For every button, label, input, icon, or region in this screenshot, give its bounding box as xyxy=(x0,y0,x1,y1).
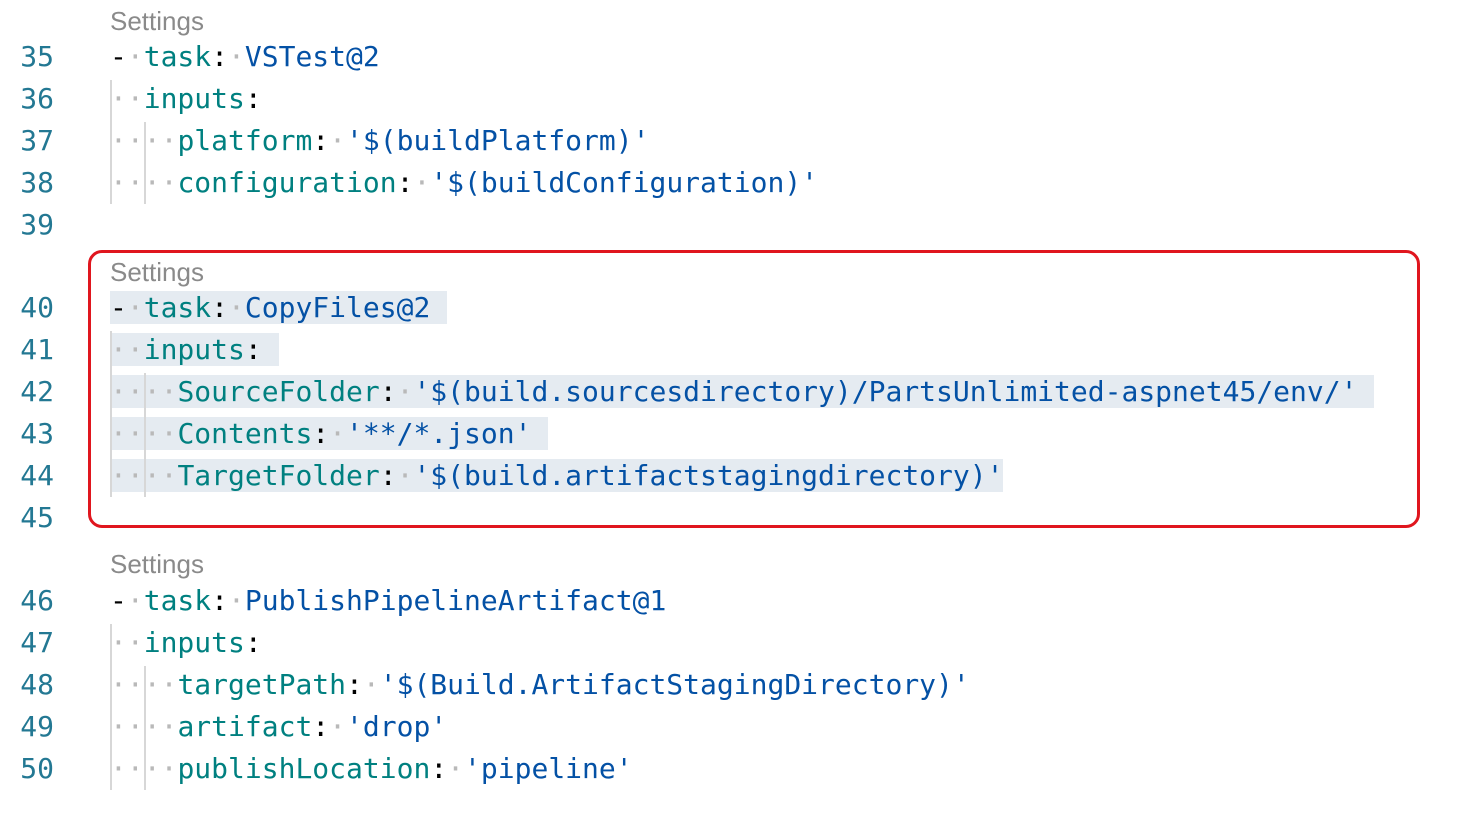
code-line[interactable]: 46 -·task:·PublishPipelineArtifact@1 xyxy=(0,580,1468,622)
code-line[interactable]: 47 ··inputs: xyxy=(0,622,1468,664)
line-number: 40 xyxy=(20,291,54,324)
indent-guide xyxy=(110,80,112,204)
line-number: 50 xyxy=(20,752,54,785)
line-number: 49 xyxy=(20,710,54,743)
code-line[interactable]: 39 xyxy=(0,204,1468,246)
code-line[interactable]: 35 -·task:·VSTest@2 xyxy=(0,36,1468,78)
line-number: 44 xyxy=(20,459,54,492)
code-text[interactable]: -·task:·PublishPipelineArtifact@1 xyxy=(110,580,666,622)
code-text[interactable]: ··inputs: xyxy=(110,622,262,664)
code-text[interactable]: ····artifact:·'drop' xyxy=(110,706,447,748)
code-line[interactable]: 48 ····targetPath:·'$(Build.ArtifactStag… xyxy=(0,664,1468,706)
line-number: 42 xyxy=(20,375,54,408)
line-number: 45 xyxy=(20,501,54,534)
indent-guide xyxy=(144,122,146,204)
code-text[interactable]: ····publishLocation:·'pipeline' xyxy=(110,748,633,790)
line-number: 47 xyxy=(20,626,54,659)
code-line[interactable]: 50 ····publishLocation:·'pipeline' xyxy=(0,748,1468,790)
line-number: 39 xyxy=(20,208,54,241)
line-number: 38 xyxy=(20,166,54,199)
code-text[interactable]: -·task:·VSTest@2 xyxy=(110,36,380,78)
line-number: 43 xyxy=(20,417,54,450)
indent-guide xyxy=(110,624,112,790)
line-number: 36 xyxy=(20,82,54,115)
code-text[interactable]: ····configuration:·'$(buildConfiguration… xyxy=(110,162,818,204)
indent-guide xyxy=(144,666,146,790)
codelens-settings-link[interactable]: Settings xyxy=(110,549,204,579)
code-line[interactable]: 38 ····configuration:·'$(buildConfigurat… xyxy=(0,162,1468,204)
line-number: 48 xyxy=(20,668,54,701)
code-line[interactable]: 37 ····platform:·'$(buildPlatform)' xyxy=(0,120,1468,162)
codelens-settings-link[interactable]: Settings xyxy=(110,6,204,36)
line-number: 46 xyxy=(20,584,54,617)
code-text[interactable]: ··inputs: xyxy=(110,78,262,120)
code-line[interactable]: 49 ····artifact:·'drop' xyxy=(0,706,1468,748)
code-text[interactable]: ····targetPath:·'$(Build.ArtifactStaging… xyxy=(110,664,970,706)
line-number: 35 xyxy=(20,40,54,73)
annotation-highlight-box xyxy=(88,250,1420,528)
code-line[interactable]: 36 ··inputs: xyxy=(0,78,1468,120)
line-number: 41 xyxy=(20,333,54,366)
code-text[interactable]: ····platform:·'$(buildPlatform)' xyxy=(110,120,649,162)
line-number: 37 xyxy=(20,124,54,157)
